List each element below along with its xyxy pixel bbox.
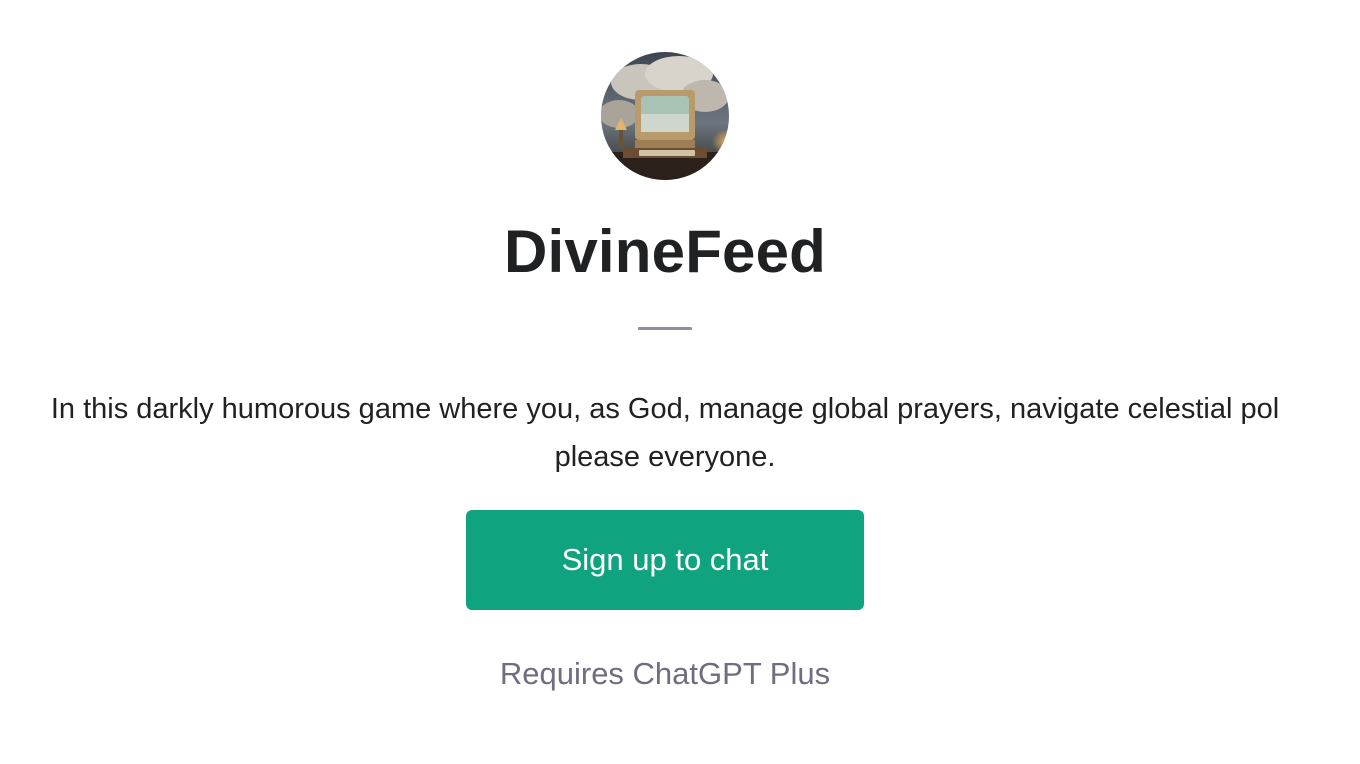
- gpt-description: In this darkly humorous game where you, …: [0, 385, 1360, 481]
- gpt-landing-page: DivineFeed In this darkly humorous game …: [0, 0, 1360, 764]
- gpt-title: DivineFeed: [503, 218, 827, 285]
- requirement-note: Requires ChatGPT Plus: [499, 656, 831, 691]
- sign-up-to-chat-button[interactable]: Sign up to chat: [466, 510, 864, 610]
- description-line-2: please everyone.: [554, 441, 776, 473]
- description-line-1: In this darkly humorous game where you, …: [50, 393, 1280, 425]
- retro-computer-clouds-icon: [601, 52, 729, 180]
- gpt-avatar: [601, 52, 729, 180]
- title-divider: [638, 327, 692, 330]
